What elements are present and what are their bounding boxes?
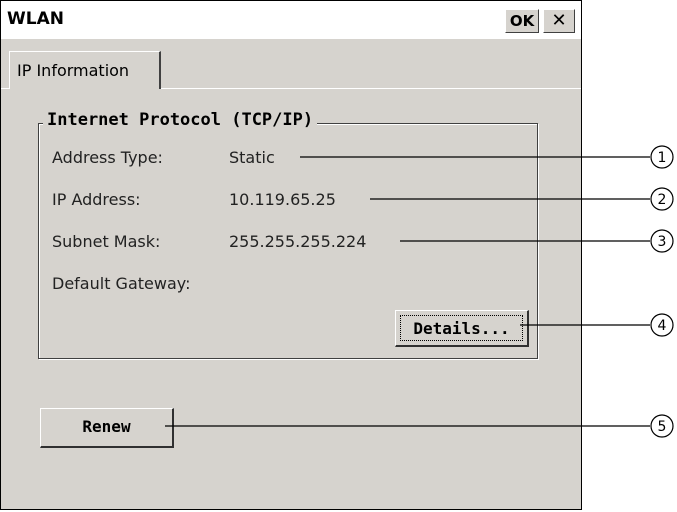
callout-number: 4 bbox=[658, 318, 667, 334]
callout-1: 1 bbox=[300, 145, 674, 169]
callout-4: 4 bbox=[520, 313, 674, 337]
callout-3: 3 bbox=[400, 229, 674, 253]
callout-5: 5 bbox=[165, 414, 674, 438]
callout-number: 5 bbox=[658, 419, 667, 435]
callout-number: 3 bbox=[658, 234, 667, 250]
callout-layer: 1 2 3 4 5 bbox=[165, 145, 674, 438]
callout-number: 1 bbox=[658, 150, 667, 166]
callout-2: 2 bbox=[370, 187, 674, 211]
callout-number: 2 bbox=[658, 192, 667, 208]
